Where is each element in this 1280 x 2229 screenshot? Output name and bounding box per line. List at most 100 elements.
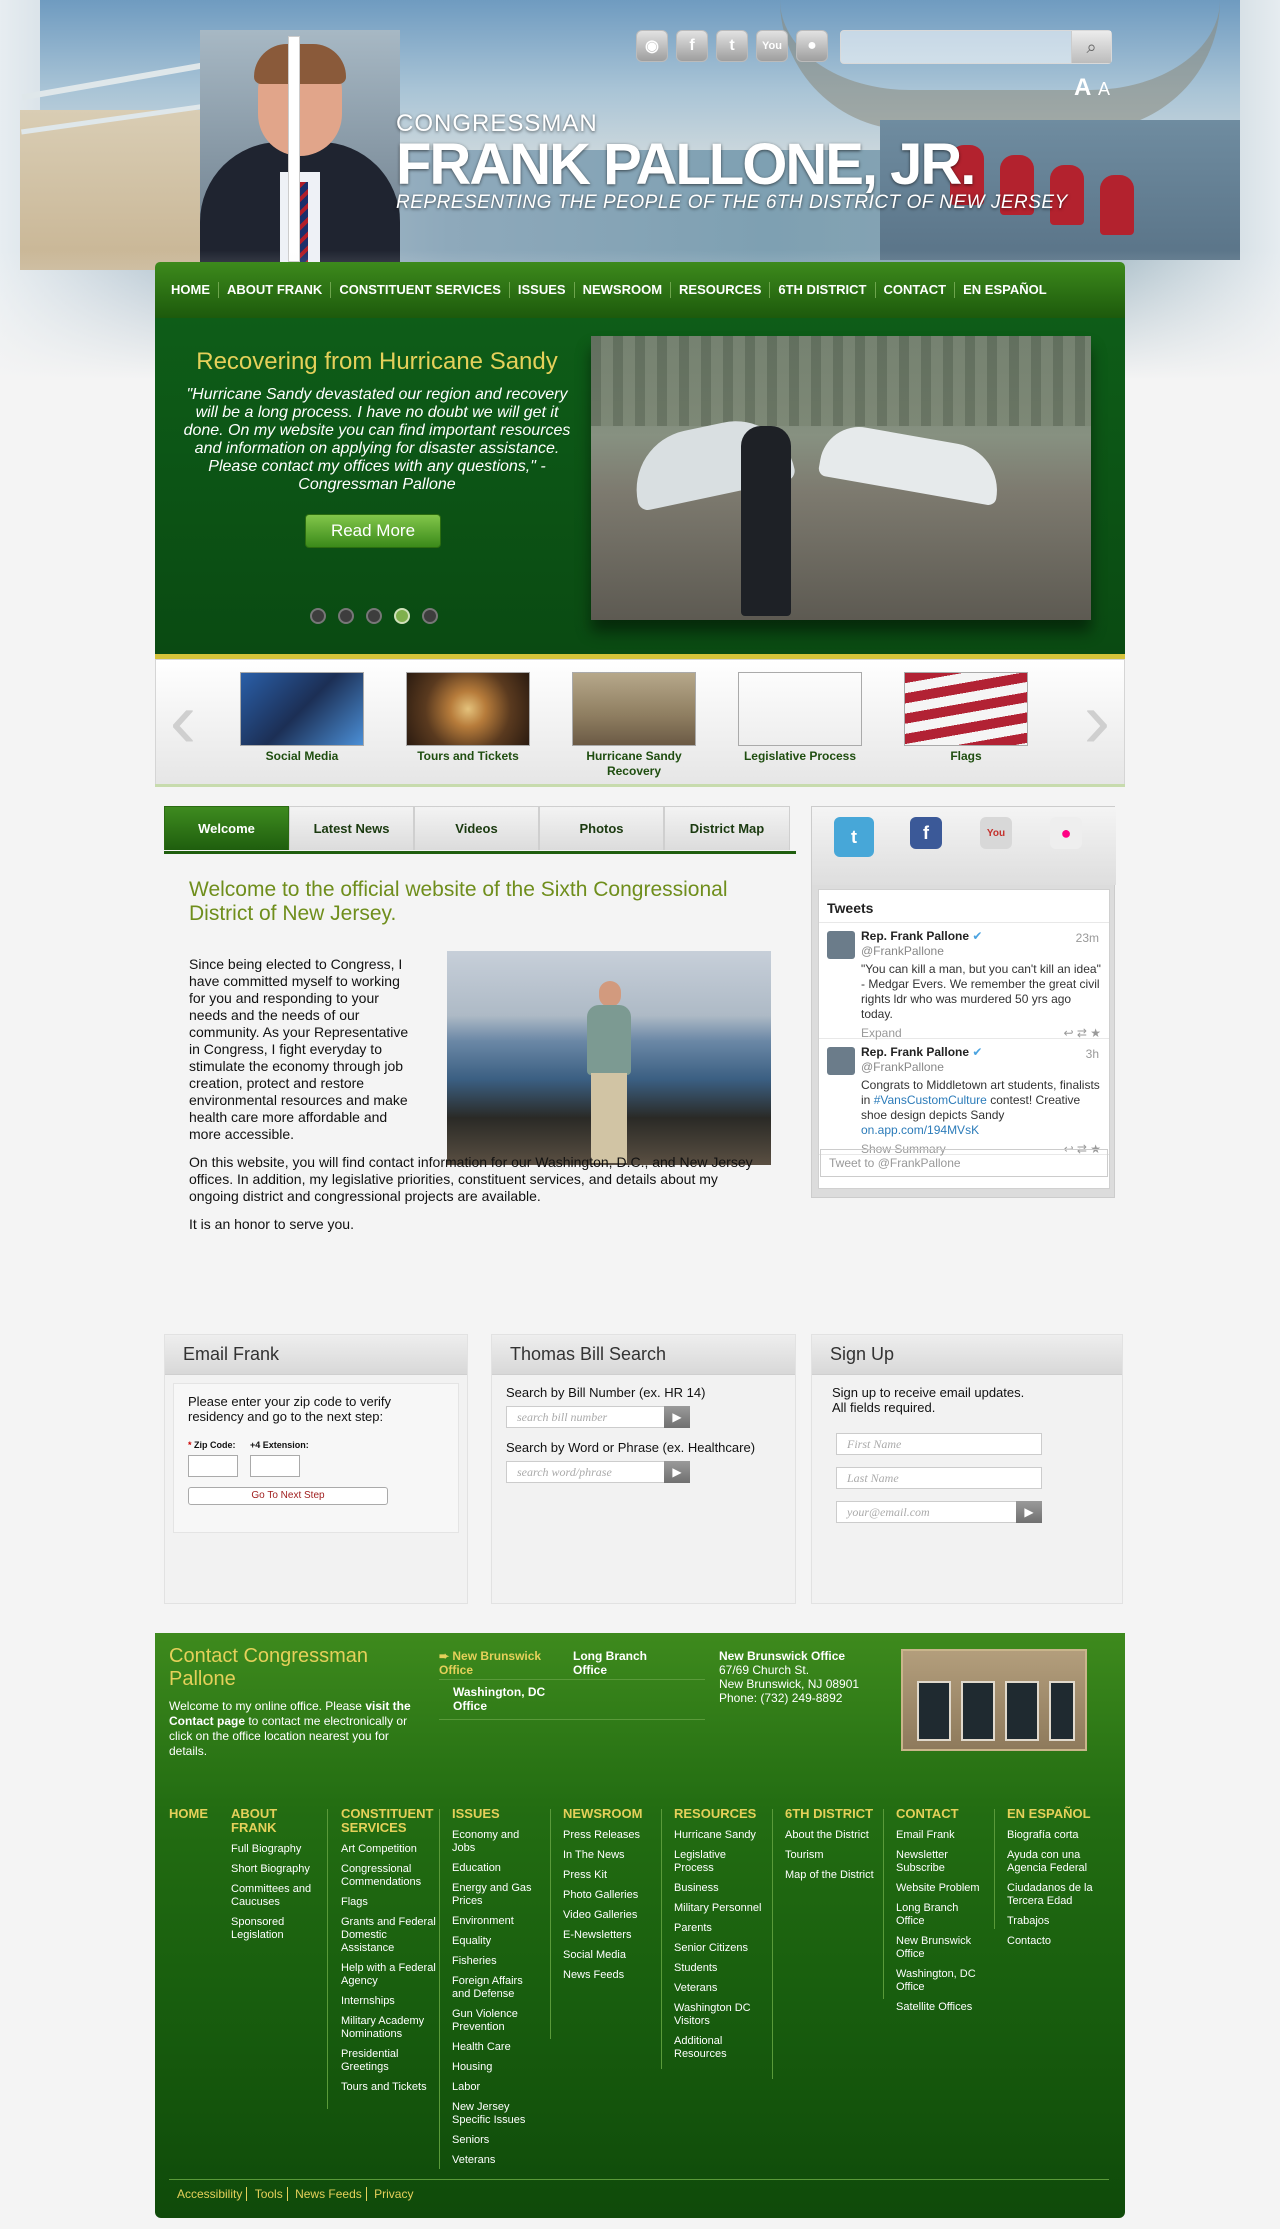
welcome-heading: Welcome to the official website of the S… bbox=[189, 878, 728, 925]
nav-about-frank[interactable]: ABOUT FRANK bbox=[219, 282, 332, 298]
carousel-prev-icon[interactable]: ‹ bbox=[158, 670, 208, 770]
news-feeds-link[interactable]: News Feeds bbox=[291, 2187, 367, 2201]
nav-contact[interactable]: CONTACT bbox=[876, 282, 956, 298]
tweets-heading: Tweets bbox=[819, 890, 1109, 923]
footer-column: EN ESPAÑOL Biografía corta Ayuda con una… bbox=[1007, 1806, 1093, 1948]
carousel-item[interactable]: Tours and Tickets bbox=[405, 672, 531, 764]
office-new-brunswick[interactable]: ➨ New Brunswick Office bbox=[439, 1649, 549, 1677]
tweet[interactable]: Rep. Frank Pallone ✔ @FrankPallone 23m "… bbox=[819, 923, 1109, 1040]
slider-dot[interactable] bbox=[366, 608, 382, 624]
welcome-paragraph: Since being elected to Congress, I have … bbox=[189, 956, 409, 1142]
twitter-timeline: Tweets Rep. Frank Pallone ✔ @FrankPallon… bbox=[818, 889, 1110, 1189]
tweet[interactable]: Rep. Frank Pallone ✔ @FrankPallone 3h Co… bbox=[819, 1039, 1109, 1156]
nav-issues[interactable]: ISSUES bbox=[510, 282, 575, 298]
search-input[interactable] bbox=[841, 31, 1071, 63]
carousel-item[interactable]: Hurricane Sandy Recovery bbox=[571, 672, 697, 779]
footer-column: CONSTITUENT SERVICES Art Competition Con… bbox=[341, 1806, 436, 2094]
bill-phrase-input[interactable]: search word/phrase bbox=[506, 1461, 666, 1483]
tab-videos[interactable]: Videos bbox=[414, 806, 539, 850]
hurricane-recovery-thumbnail bbox=[572, 672, 696, 746]
title-name: FRANK PALLONE, JR. bbox=[396, 132, 976, 197]
accessibility-link[interactable]: Accessibility bbox=[173, 2187, 248, 2201]
tab-photos[interactable]: Photos bbox=[539, 806, 664, 850]
tweet-input[interactable]: Tweet to @FrankPallone bbox=[820, 1149, 1108, 1177]
youtube-icon[interactable]: You bbox=[756, 30, 788, 62]
youtube-icon[interactable]: You bbox=[980, 817, 1012, 849]
bill-number-input[interactable]: search bill number bbox=[506, 1406, 666, 1428]
office-long-branch[interactable]: Long Branch Office bbox=[573, 1649, 683, 1677]
footer-column: ABOUT FRANK Full Biography Short Biograp… bbox=[231, 1806, 312, 1942]
email-frank-panel: Email Frank Please enter your zip code t… bbox=[164, 1334, 468, 1604]
hero-quote: "Hurricane Sandy devastated our region a… bbox=[183, 386, 571, 493]
site-title[interactable]: CONGRESSMAN FRANK PALLONE, JR. REPRESENT… bbox=[396, 110, 1068, 214]
feature-carousel: ‹ Social Media Tours and Tickets Hurrica… bbox=[155, 659, 1125, 785]
flickr-icon[interactable]: ● bbox=[1050, 817, 1082, 849]
read-more-button[interactable]: Read More bbox=[305, 514, 441, 548]
search-arrow-icon[interactable]: ▶ bbox=[664, 1461, 690, 1483]
avatar[interactable] bbox=[827, 1047, 855, 1075]
rss-icon[interactable]: ◉ bbox=[636, 30, 668, 62]
office-photo bbox=[901, 1649, 1087, 1751]
font-large-button[interactable]: A bbox=[1074, 74, 1091, 101]
panel-title: Sign Up bbox=[812, 1335, 1122, 1375]
hero-image[interactable] bbox=[591, 336, 1091, 620]
slider-dot[interactable] bbox=[422, 608, 438, 624]
carousel-item[interactable]: Flags bbox=[903, 672, 1029, 764]
footer-heading-home[interactable]: HOME bbox=[169, 1807, 217, 1821]
footer-utility-links: Accessibility Tools News Feeds Privacy bbox=[173, 2187, 417, 2201]
nav-resources[interactable]: RESOURCES bbox=[671, 282, 771, 298]
tab-welcome[interactable]: Welcome bbox=[164, 806, 289, 850]
nav-en-espanol[interactable]: EN ESPAÑOL bbox=[955, 282, 1055, 298]
carousel-next-icon[interactable]: › bbox=[1072, 670, 1122, 770]
facebook-icon[interactable]: f bbox=[910, 817, 942, 849]
font-size-controls: A A bbox=[1074, 74, 1110, 102]
twitter-icon[interactable]: t bbox=[834, 817, 874, 857]
carousel-item[interactable]: Social Media bbox=[239, 672, 365, 764]
hashtag-link[interactable]: #VansCustomCulture bbox=[874, 1093, 987, 1107]
tab-latest-news[interactable]: Latest News bbox=[289, 806, 414, 850]
welcome-paragraph: It is an honor to serve you. bbox=[189, 1216, 354, 1232]
nav-home[interactable]: HOME bbox=[163, 282, 219, 298]
footer-column: ISSUES Economy and Jobs Education Energy… bbox=[452, 1806, 532, 2167]
slider-dots bbox=[310, 608, 438, 624]
tweet-link[interactable]: on.app.com/194MVsK bbox=[861, 1123, 979, 1137]
twitter-icon[interactable]: t bbox=[716, 30, 748, 62]
slider-dot-active[interactable] bbox=[394, 608, 410, 624]
signup-panel: Sign Up Sign up to receive email updates… bbox=[811, 1334, 1123, 1604]
congressman-portrait bbox=[200, 30, 400, 262]
hero-slider: Recovering from Hurricane Sandy "Hurrica… bbox=[155, 318, 1125, 656]
last-name-input[interactable]: Last Name bbox=[836, 1467, 1042, 1489]
tab-district-map[interactable]: District Map bbox=[664, 806, 790, 850]
nav-6th-district[interactable]: 6TH DISTRICT bbox=[770, 282, 876, 298]
capitol-dome-thumbnail bbox=[406, 672, 530, 746]
slider-dot[interactable] bbox=[310, 608, 326, 624]
avatar[interactable] bbox=[827, 931, 855, 959]
site-search: ⌕ bbox=[840, 30, 1112, 64]
facebook-icon[interactable]: f bbox=[676, 30, 708, 62]
zip-extension-input[interactable] bbox=[250, 1455, 300, 1477]
footer-column: 6TH DISTRICT About the District Tourism … bbox=[785, 1806, 874, 1882]
hero-title[interactable]: Recovering from Hurricane Sandy bbox=[177, 348, 577, 376]
nav-newsroom[interactable]: NEWSROOM bbox=[575, 282, 672, 298]
title-tagline: REPRESENTING THE PEOPLE OF THE 6TH DISTR… bbox=[396, 192, 1068, 213]
search-icon[interactable]: ⌕ bbox=[1071, 31, 1111, 63]
privacy-link[interactable]: Privacy bbox=[370, 2187, 417, 2201]
next-step-button[interactable]: Go To Next Step bbox=[188, 1487, 388, 1505]
flickr-icon[interactable]: ● bbox=[796, 30, 828, 62]
font-small-button[interactable]: A bbox=[1098, 79, 1110, 99]
nav-constituent-services[interactable]: CONSTITUENT SERVICES bbox=[331, 282, 510, 298]
slider-dot[interactable] bbox=[338, 608, 354, 624]
social-widget: t f You ● Tweets Rep. Frank Pallone ✔ @F… bbox=[811, 806, 1116, 1198]
tools-link[interactable]: Tools bbox=[250, 2187, 288, 2201]
bill-search-panel: Thomas Bill Search Search by Bill Number… bbox=[491, 1334, 796, 1604]
welcome-body: Since being elected to Congress, I have … bbox=[189, 956, 759, 1244]
main-nav: HOME ABOUT FRANK CONSTITUENT SERVICES IS… bbox=[155, 262, 1125, 318]
first-name-input[interactable]: First Name bbox=[836, 1433, 1042, 1455]
submit-arrow-icon[interactable]: ▶ bbox=[1016, 1501, 1042, 1523]
zip-code-input[interactable] bbox=[188, 1455, 238, 1477]
office-washington[interactable]: Washington, DC Office bbox=[453, 1685, 563, 1713]
search-arrow-icon[interactable]: ▶ bbox=[664, 1406, 690, 1428]
email-input[interactable]: your@email.com bbox=[836, 1501, 1018, 1523]
carousel-item[interactable]: Legislative Process bbox=[737, 672, 863, 764]
page: CONGRESSMAN FRANK PALLONE, JR. REPRESENT… bbox=[0, 0, 1280, 2229]
